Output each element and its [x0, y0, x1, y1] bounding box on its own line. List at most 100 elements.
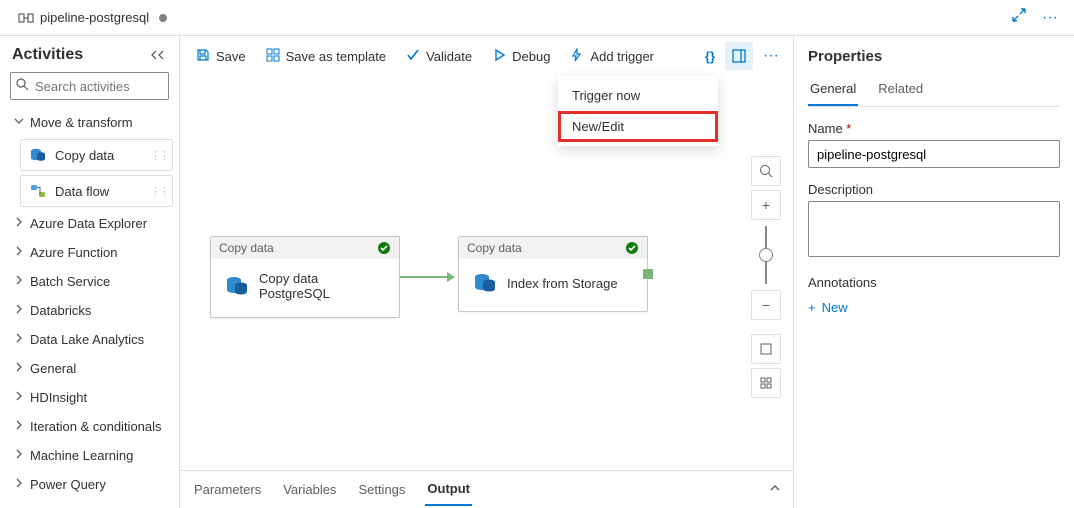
zoom-slider[interactable] — [765, 226, 767, 284]
tab-variables[interactable]: Variables — [281, 474, 338, 505]
category-item[interactable]: General — [0, 354, 179, 383]
chevron-right-icon — [14, 362, 24, 375]
debug-button[interactable]: Debug — [484, 42, 558, 71]
database-icon — [473, 271, 497, 295]
activities-collapse-toggle[interactable] — [151, 49, 169, 61]
save-template-button[interactable]: Save as template — [258, 42, 394, 71]
data-flow-icon — [29, 182, 47, 200]
validate-icon — [406, 48, 420, 65]
trigger-menu: Trigger now New/Edit — [558, 76, 718, 146]
chevron-right-icon — [14, 449, 24, 462]
database-icon — [225, 274, 249, 298]
category-item[interactable]: Data Lake Analytics — [0, 325, 179, 354]
category-item[interactable]: Batch Service — [0, 267, 179, 296]
toolbar-more-button[interactable]: ··· — [757, 43, 785, 69]
category-move-transform[interactable]: Move & transform — [0, 108, 179, 137]
zoom-slider-thumb[interactable] — [759, 248, 773, 262]
category-label: Azure Function — [30, 245, 117, 260]
canvas-controls: + − — [751, 156, 781, 398]
category-label: Machine Learning — [30, 448, 133, 463]
unsaved-indicator — [159, 14, 167, 22]
add-annotation-button[interactable]: + New — [808, 300, 1060, 315]
search-icon — [16, 78, 29, 91]
properties-tab-related[interactable]: Related — [876, 75, 925, 106]
autolayout-button[interactable] — [751, 368, 781, 398]
add-trigger-button[interactable]: Add trigger — [562, 42, 662, 71]
node-copy-data-postgresql[interactable]: Copy data Copy data PostgreSQL — [210, 236, 400, 318]
node-index-from-storage[interactable]: Copy data Index from Storage — [458, 236, 648, 312]
status-ok-icon — [625, 241, 639, 255]
chevron-right-icon — [14, 275, 24, 288]
category-item[interactable]: Power Query — [0, 470, 179, 499]
category-label: Data Lake Analytics — [30, 332, 144, 347]
activity-copy-data[interactable]: Copy data ⋮⋮ — [20, 139, 173, 171]
activities-search-input[interactable] — [10, 72, 169, 100]
category-label: Batch Service — [30, 274, 110, 289]
zoom-in-button[interactable]: + — [751, 190, 781, 220]
bottom-panel-collapse[interactable] — [769, 482, 781, 497]
activities-title: Activities — [12, 46, 83, 64]
top-more-icon[interactable]: ··· — [1034, 5, 1066, 31]
category-item[interactable]: Azure Function — [0, 238, 179, 267]
activity-tile-label: Copy data — [55, 148, 114, 163]
node-title: Index from Storage — [507, 276, 618, 291]
pipeline-tab-title: pipeline-postgresql — [40, 10, 149, 25]
annotations-label: Annotations — [808, 275, 1060, 290]
chevron-right-icon — [14, 217, 24, 230]
plus-icon: + — [808, 300, 816, 315]
tab-output[interactable]: Output — [425, 473, 472, 506]
chevron-right-icon — [14, 478, 24, 491]
zoom-out-button[interactable]: − — [751, 290, 781, 320]
category-item[interactable]: HDInsight — [0, 383, 179, 412]
copy-data-icon — [29, 146, 47, 164]
category-label: Databricks — [30, 303, 91, 318]
validate-button[interactable]: Validate — [398, 42, 480, 71]
chevron-right-icon — [14, 304, 24, 317]
node-type-label: Copy data — [467, 241, 522, 255]
category-label: Azure Data Explorer — [30, 216, 147, 231]
tab-parameters[interactable]: Parameters — [192, 474, 263, 505]
description-input[interactable] — [808, 201, 1060, 257]
trigger-icon — [570, 48, 584, 65]
code-button[interactable]: {} — [699, 45, 721, 68]
node-title: Copy data PostgreSQL — [259, 271, 389, 301]
name-label: Name — [808, 121, 1060, 136]
save-button[interactable]: Save — [188, 42, 254, 71]
properties-panel: Properties General Related Name Descript… — [794, 36, 1074, 508]
category-item[interactable]: Azure Data Explorer — [0, 209, 179, 238]
activity-data-flow[interactable]: Data flow ⋮⋮ — [20, 175, 173, 207]
pipeline-tab[interactable]: pipeline-postgresql — [10, 0, 175, 35]
activity-tile-label: Data flow — [55, 184, 109, 199]
grip-icon: ⋮⋮ — [150, 185, 168, 198]
description-label: Description — [808, 182, 1060, 197]
node-connector — [400, 276, 454, 278]
fit-to-screen-button[interactable] — [751, 334, 781, 364]
zoom-reset-button[interactable] — [751, 156, 781, 186]
menu-trigger-now[interactable]: Trigger now — [558, 80, 718, 111]
template-icon — [266, 48, 280, 65]
category-item[interactable]: Machine Learning — [0, 441, 179, 470]
category-label: Power Query — [30, 477, 106, 492]
bottom-tabs: Parameters Variables Settings Output — [180, 470, 793, 508]
properties-tab-general[interactable]: General — [808, 75, 858, 106]
category-label: HDInsight — [30, 390, 87, 405]
chevron-right-icon — [14, 391, 24, 404]
category-item[interactable]: Iteration & conditionals — [0, 412, 179, 441]
chevron-right-icon — [14, 333, 24, 346]
menu-new-edit[interactable]: New/Edit — [558, 111, 718, 142]
debug-icon — [492, 48, 506, 65]
category-item[interactable]: Databricks — [0, 296, 179, 325]
expand-icon[interactable] — [1004, 4, 1034, 31]
pipeline-icon — [18, 10, 34, 26]
node-output-port[interactable] — [643, 269, 653, 279]
grip-icon: ⋮⋮ — [150, 149, 168, 162]
status-ok-icon — [377, 241, 391, 255]
name-input[interactable] — [808, 140, 1060, 168]
node-type-label: Copy data — [219, 241, 274, 255]
save-icon — [196, 48, 210, 65]
category-label: General — [30, 361, 76, 376]
category-label: Iteration & conditionals — [30, 419, 162, 434]
properties-toggle-button[interactable] — [725, 42, 753, 70]
chevron-down-icon — [14, 116, 24, 129]
tab-settings[interactable]: Settings — [356, 474, 407, 505]
